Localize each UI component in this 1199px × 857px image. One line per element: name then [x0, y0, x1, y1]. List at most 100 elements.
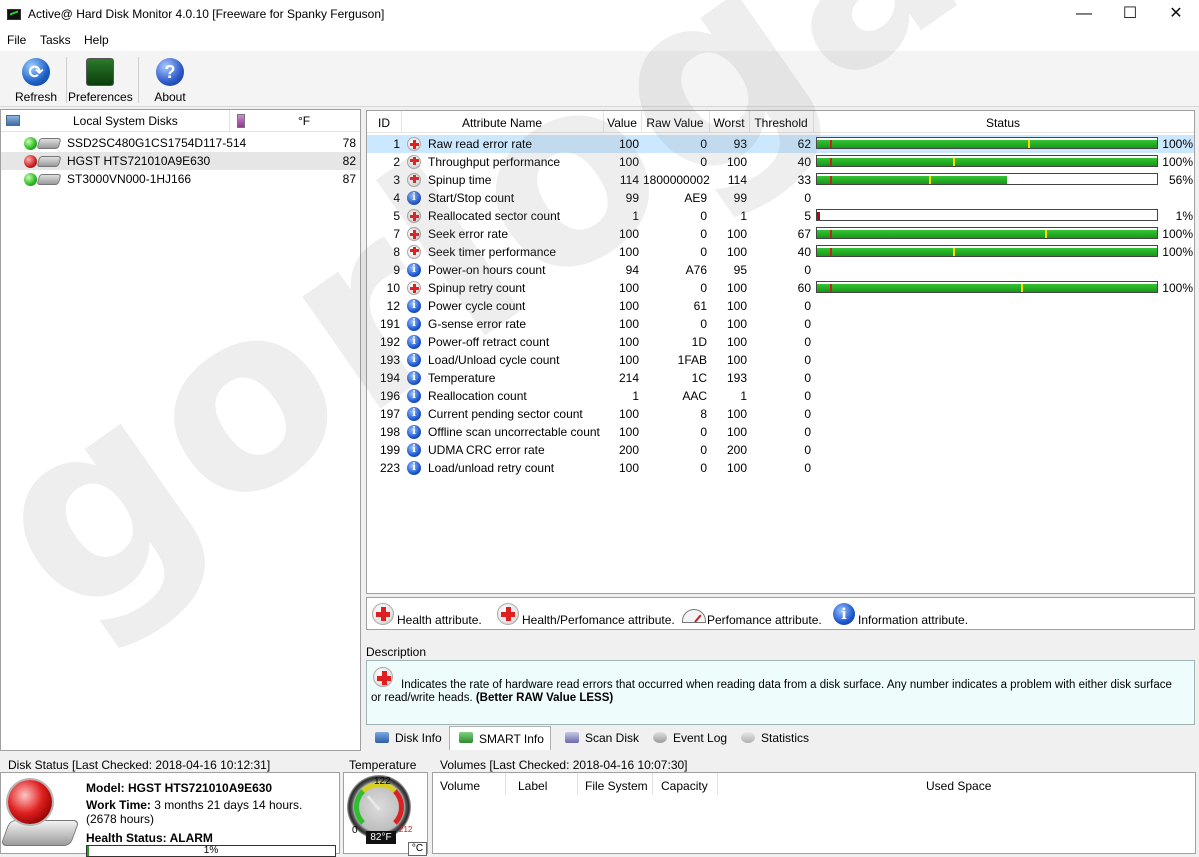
model-label: Model: [86, 781, 125, 795]
col-id[interactable]: ID [367, 116, 401, 130]
disk-status-inner: Model: HGST HTS721010A9E630 Work Time: 3… [0, 772, 340, 857]
smart-attribute-row[interactable]: 2 Throughput performance 100 0 100 40 100% [367, 153, 1194, 171]
attribute-worst: 100 [726, 407, 747, 421]
health-status-label: Health Status: [86, 831, 167, 845]
status-bar-fill [817, 212, 820, 220]
status-bar [816, 173, 1158, 185]
smart-attribute-row[interactable]: 5 Reallocated sector count 1 0 1 5 1% [367, 207, 1194, 225]
smart-table: ID Attribute Name Value Raw Value Worst … [366, 110, 1195, 594]
health-icon [372, 603, 394, 625]
smart-attribute-row[interactable]: 12 i Power cycle count 100 61 100 0 [367, 297, 1194, 315]
toolbar: ⟳ Refresh Preferences ? About [0, 51, 1199, 107]
smart-attribute-row[interactable]: 196 i Reallocation count 1 AAC 1 0 [367, 387, 1194, 405]
col-volume[interactable]: Volume [440, 779, 480, 793]
health-progress-text: 1% [203, 845, 219, 856]
temperature-title: Temperature [349, 758, 417, 772]
smart-attribute-row[interactable]: 1 Raw read error rate 100 0 93 62 100% [367, 135, 1194, 153]
smart-icon [459, 732, 473, 743]
attribute-id: 1 [393, 137, 400, 151]
about-button[interactable]: ? About [148, 55, 192, 105]
menu-tasks[interactable]: Tasks [40, 33, 71, 47]
column-divider [652, 773, 653, 795]
attribute-value: 1 [632, 209, 639, 223]
attribute-id: 5 [393, 209, 400, 223]
col-used-space[interactable]: Used Space [926, 779, 991, 793]
description-emphasis: (Better RAW Value LESS) [475, 692, 614, 704]
attribute-raw-value: 61 [693, 299, 707, 313]
info-icon: i [407, 461, 421, 475]
temperature-unit-button[interactable]: °C [408, 842, 427, 856]
tab-scan-disk-label: Scan Disk [585, 731, 640, 745]
col-capacity[interactable]: Capacity [661, 779, 708, 793]
attribute-raw-value: 0 [700, 443, 707, 457]
smart-attribute-row[interactable]: 192 i Power-off retract count 100 1D 100 0 [367, 333, 1194, 351]
smart-attribute-row[interactable]: 198 i Offline scan uncorrectable count 100 0… [367, 423, 1194, 441]
col-worst[interactable]: Worst [709, 116, 749, 130]
refresh-button[interactable]: ⟳ Refresh [10, 55, 62, 105]
smart-attribute-row[interactable]: 4 i Start/Stop count 99 AE9 99 0 [367, 189, 1194, 207]
col-file-system[interactable]: File System [585, 779, 648, 793]
temp-unit-header: °F [298, 114, 311, 128]
col-threshold[interactable]: Threshold [749, 116, 813, 130]
attribute-value: 100 [618, 317, 639, 331]
attribute-worst: 1 [740, 209, 747, 223]
status-bar-fill [817, 230, 1157, 238]
attribute-worst: 193 [726, 371, 747, 385]
disk-list-item[interactable]: SSD2SC480G1CS1754D117-514 78 [1, 134, 360, 152]
smart-attribute-row[interactable]: 8 Seek timer performance 100 0 100 40 100% [367, 243, 1194, 261]
smart-attribute-row[interactable]: 191 i G-sense error rate 100 0 100 0 [367, 315, 1194, 333]
smart-attribute-row[interactable]: 193 i Load/Unload cycle count 100 1FAB 100 0 [367, 351, 1194, 369]
attribute-raw-value: A76 [685, 263, 707, 277]
minimize-button[interactable]: — [1061, 0, 1107, 30]
tab-event-log-label: Event Log [673, 731, 728, 745]
description-text: Indicates the rate of hardware read erro… [371, 679, 1181, 705]
health-status: Health Status: ALARM [86, 831, 213, 845]
col-attribute-name[interactable]: Attribute Name [402, 116, 602, 130]
close-button[interactable]: ✕ [1153, 0, 1199, 30]
info-icon: i [407, 371, 421, 385]
smart-attribute-row[interactable]: 9 i Power-on hours count 94 A76 95 0 [367, 261, 1194, 279]
col-label[interactable]: Label [518, 779, 547, 793]
smart-attribute-row[interactable]: 194 i Temperature 214 1C 193 0 [367, 369, 1194, 387]
refresh-label: Refresh [14, 90, 58, 104]
status-section: Disk Status [Last Checked: 2018-04-16 10… [0, 752, 1199, 857]
col-value[interactable]: Value [603, 116, 641, 130]
disk-list-item[interactable]: HGST HTS721010A9E630 82 [1, 152, 360, 170]
preferences-button[interactable]: Preferences [68, 55, 133, 105]
smart-attribute-row[interactable]: 223 i Load/unload retry count 100 0 100 0 [367, 459, 1194, 477]
status-bar-fill [817, 284, 1157, 292]
smart-attribute-row[interactable]: 197 i Current pending sector count 100 8 100 0 [367, 405, 1194, 423]
attribute-raw-value: 0 [700, 461, 707, 475]
smart-attribute-row[interactable]: 7 Seek error rate 100 0 100 67 100% [367, 225, 1194, 243]
attribute-worst: 100 [726, 461, 747, 475]
tab-scan-disk[interactable]: Scan Disk [556, 727, 642, 749]
menu-help[interactable]: Help [84, 33, 109, 47]
smart-attribute-row[interactable]: 3 Spinup time 114 1800000002 114 33 56% [367, 171, 1194, 189]
tab-smart-info[interactable]: SMART Info [449, 726, 551, 750]
tab-disk-info[interactable]: Disk Info [366, 727, 448, 749]
info-icon: i [407, 389, 421, 403]
attribute-threshold: 5 [804, 209, 811, 223]
attribute-threshold: 33 [797, 173, 811, 187]
refresh-icon: ⟳ [22, 58, 50, 86]
legend-info-label: Information attribute. [858, 613, 969, 627]
status-percent: 100% [1162, 245, 1193, 259]
info-icon: i [407, 353, 421, 367]
status-bar-start-marker [830, 284, 832, 292]
maximize-button[interactable]: ☐ [1107, 0, 1153, 30]
status-bar [816, 281, 1158, 293]
col-raw-value[interactable]: Raw Value [641, 116, 709, 130]
tab-statistics[interactable]: Statistics [732, 727, 822, 749]
disk-status-box: Disk Status [Last Checked: 2018-04-16 10… [0, 758, 340, 857]
tab-event-log[interactable]: Event Log [644, 727, 730, 749]
attribute-worst: 99 [733, 191, 747, 205]
smart-attribute-row[interactable]: 10 Spinup retry count 100 0 100 60 100% [367, 279, 1194, 297]
col-status[interactable]: Status [813, 116, 1193, 130]
attribute-worst: 100 [726, 335, 747, 349]
smart-table-header: ID Attribute Name Value Raw Value Worst … [367, 111, 1194, 133]
work-time: Work Time: 3 months 21 days 14 hours. (2… [86, 798, 331, 826]
smart-attribute-row[interactable]: 199 i UDMA CRC error rate 200 0 200 0 [367, 441, 1194, 459]
disk-list-item[interactable]: ST3000VN000-1HJ166 87 [1, 170, 360, 188]
menu-file[interactable]: File [7, 33, 26, 47]
column-divider [505, 773, 506, 795]
